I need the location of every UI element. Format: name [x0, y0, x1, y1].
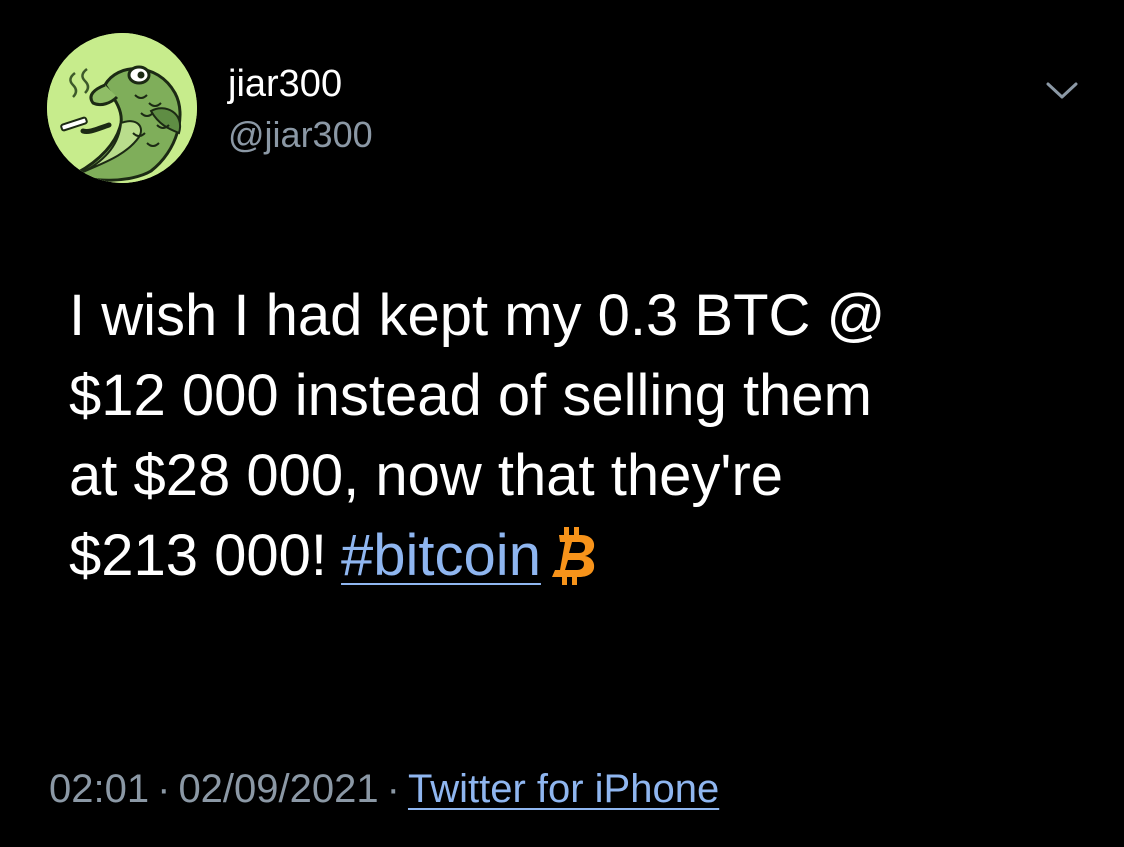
tweet-text-line: I wish I had kept my 0.3 BTC @: [69, 283, 886, 348]
avatar[interactable]: [47, 33, 197, 183]
author-display-name[interactable]: jiar300: [228, 62, 342, 106]
tweet-text: I wish I had kept my 0.3 BTC @ $12 000 i…: [69, 276, 1069, 608]
hashtag-link[interactable]: #bitcoin: [341, 523, 541, 588]
tweet-source-link[interactable]: Twitter for iPhone: [408, 767, 719, 811]
more-options-button[interactable]: [1038, 72, 1086, 108]
tweet-meta: 02:01 · 02/09/2021 · Twitter for iPhone: [49, 766, 719, 812]
tweet-card: jiar300 @jiar300 I wish I had kept my 0.…: [0, 0, 1124, 847]
meta-separator: ·: [157, 767, 171, 811]
tweet-text-line-last: $213 000! #bitcoin: [69, 516, 1069, 608]
chevron-down-icon: [1046, 82, 1078, 99]
author-handle[interactable]: @jiar300: [228, 114, 373, 156]
tweet-text-line: at $28 000, now that they're: [69, 443, 784, 508]
tweet-time: 02:01: [49, 767, 150, 811]
bitcoin-icon: [551, 525, 597, 608]
tweet-text-segment: $213 000!: [69, 523, 328, 588]
fish-smoking-avatar-icon: [47, 33, 197, 183]
tweet-text-line: $12 000 instead of selling them: [69, 363, 872, 428]
tweet-date: 02/09/2021: [178, 767, 379, 811]
meta-separator: ·: [386, 767, 400, 811]
